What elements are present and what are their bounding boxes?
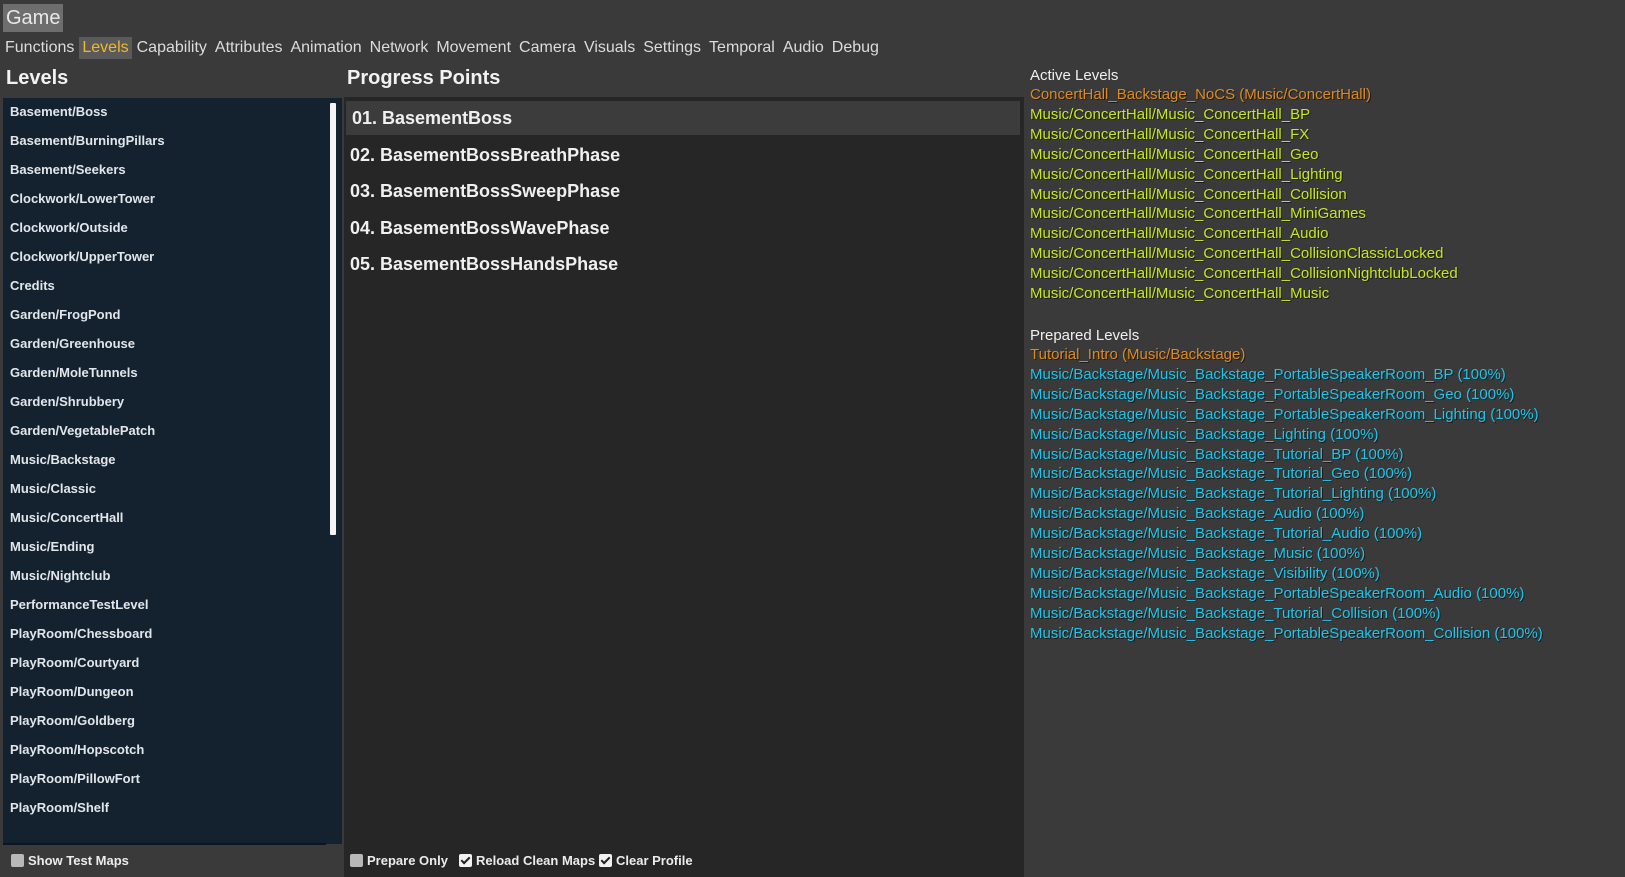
level-list-item[interactable]: PlayRoom/Shelf (10, 800, 109, 815)
level-list-item[interactable]: PlayRoom/Courtyard (10, 655, 139, 670)
prepared-level-item: Music/Backstage/Music_Backstage_Tutorial… (1030, 445, 1404, 463)
level-list-item[interactable]: Garden/Shrubbery (10, 394, 124, 409)
tab-attributes[interactable]: Attributes (212, 37, 286, 59)
level-list-item[interactable]: Clockwork/Outside (10, 220, 128, 235)
tab-camera[interactable]: Camera (516, 37, 579, 59)
tab-audio[interactable]: Audio (780, 37, 827, 59)
prepared-level-item: Music/Backstage/Music_Backstage_Tutorial… (1030, 485, 1437, 503)
active-level-item: Music/ConcertHall/Music_ConcertHall_Mini… (1030, 205, 1366, 223)
level-list-item[interactable]: Clockwork/UpperTower (10, 249, 154, 264)
level-list-item[interactable]: PlayRoom/Dungeon (10, 684, 134, 699)
prepared-level-item: Music/Backstage/Music_Backstage_Portable… (1030, 405, 1539, 423)
progress-point-item[interactable]: 02. BasementBossBreathPhase (344, 138, 1018, 172)
tab-animation[interactable]: Animation (287, 37, 364, 59)
active-level-item: Music/ConcertHall/Music_ConcertHall_Ligh… (1030, 165, 1343, 183)
active-level-item: Music/ConcertHall/Music_ConcertHall_Musi… (1030, 285, 1330, 302)
prepared-level-item: Music/Backstage/Music_Backstage_Portable… (1030, 624, 1543, 642)
levels-scrollbar[interactable] (330, 103, 336, 535)
tab-temporal[interactable]: Temporal (706, 37, 778, 59)
active-level-item: Music/ConcertHall/Music_ConcertHall_Coll… (1030, 265, 1458, 283)
prepared-level-item: Music/Backstage/Music_Backstage_Audio (1… (1030, 505, 1365, 523)
clear-profile-checkbox[interactable]: Clear Profile (599, 853, 693, 868)
level-list-item[interactable]: Garden/Greenhouse (10, 336, 135, 351)
tab-functions[interactable]: Functions (2, 37, 77, 59)
level-list-item[interactable]: Basement/Boss (10, 104, 108, 119)
tab-settings[interactable]: Settings (640, 37, 704, 59)
progress-point-item[interactable]: 05. BasementBossHandsPhase (344, 247, 1018, 281)
window-title[interactable]: Game (3, 4, 64, 32)
active-level-item: Music/ConcertHall/Music_ConcertHall_FX (1030, 125, 1310, 143)
prepared-level-item: Music/Backstage/Music_Backstage_Tutorial… (1030, 465, 1413, 483)
prepared-primary-level: Tutorial_Intro (Music/Backstage) (1030, 346, 1246, 363)
level-list-item[interactable]: Music/ConcertHall (10, 510, 123, 525)
active-level-item: Music/ConcertHall/Music_ConcertHall_Coll… (1030, 185, 1347, 203)
show-test-maps-label: Show Test Maps (28, 853, 129, 868)
prepared-level-item: Music/Backstage/Music_Backstage_Visibili… (1030, 564, 1380, 582)
checkbox-icon (350, 854, 363, 867)
levels-title: Levels (6, 67, 69, 89)
levels-list[interactable]: Basement/Boss Basement/BurningPillars Base… (3, 98, 342, 844)
prepared-level-item: Music/Backstage/Music_Backstage_Tutorial… (1030, 525, 1423, 543)
checkbox-label: Clear Profile (616, 853, 693, 868)
progress-point-item[interactable]: 04. BasementBossWavePhase (344, 211, 1018, 245)
prepared-level-item: Music/Backstage/Music_Backstage_Portable… (1030, 365, 1506, 383)
tab-debug[interactable]: Debug (829, 37, 882, 59)
prepared-level-item: Music/Backstage/Music_Backstage_Portable… (1030, 584, 1525, 602)
active-primary-level: ConcertHall_Backstage_NoCS (Music/Concer… (1030, 86, 1371, 103)
progress-points-list: 01. BasementBoss 02. BasementBossBreathPh… (344, 97, 1024, 877)
level-list-item[interactable]: Basement/Seekers (10, 162, 126, 177)
progress-point-item[interactable]: 03. BasementBossSweepPhase (344, 174, 1018, 208)
level-list-item[interactable]: Music/Backstage (10, 452, 116, 467)
progress-points-title: Progress Points (347, 67, 501, 89)
prepared-level-item: Music/Backstage/Music_Backstage_Lighting… (1030, 425, 1379, 443)
tab-capability[interactable]: Capability (134, 37, 210, 59)
checkbox-label: Prepare Only (367, 853, 448, 868)
checkbox-label: Reload Clean Maps (476, 853, 596, 868)
tab-bar: Functions Levels Capability Attributes Anima… (2, 36, 884, 60)
prepared-level-item: Music/Backstage/Music_Backstage_Music (1… (1030, 545, 1366, 562)
tab-network[interactable]: Network (367, 37, 432, 59)
level-list-item[interactable]: Music/Classic (10, 481, 96, 496)
level-list-item[interactable]: Garden/VegetablePatch (10, 423, 155, 438)
level-list-item[interactable]: Music/Ending (10, 539, 95, 554)
level-list-item[interactable]: PlayRoom/Chessboard (10, 626, 152, 641)
level-list-item[interactable]: PlayRoom/Goldberg (10, 713, 135, 728)
tab-visuals[interactable]: Visuals (581, 37, 638, 59)
tab-levels[interactable]: Levels (79, 37, 132, 59)
checkbox-icon (11, 854, 24, 867)
active-level-item: Music/ConcertHall/Music_ConcertHall_Audi… (1030, 225, 1329, 243)
checkbox-icon (459, 854, 472, 867)
show-test-maps-checkbox[interactable]: Show Test Maps (11, 853, 129, 868)
level-list-item[interactable]: PerformanceTestLevel (10, 597, 149, 612)
level-list-item[interactable]: Music/Nightclub (10, 568, 110, 583)
prepare-only-checkbox[interactable]: Prepare Only (350, 853, 448, 868)
game-debug-window: Game Functions Levels Capability Attributes… (0, 0, 1625, 877)
checkbox-icon (599, 854, 612, 867)
progress-point-item[interactable]: 01. BasementBoss (346, 101, 1020, 135)
level-list-item[interactable]: Credits (10, 278, 55, 293)
level-list-item[interactable]: Garden/FrogPond (10, 307, 121, 322)
tab-movement[interactable]: Movement (433, 37, 514, 59)
level-list-item[interactable]: Basement/BurningPillars (10, 133, 165, 148)
active-level-item: Music/ConcertHall/Music_ConcertHall_Geo (1030, 145, 1319, 163)
level-list-item[interactable]: PlayRoom/Hopscotch (10, 742, 144, 757)
active-levels-title: Active Levels (1030, 67, 1119, 84)
prepared-level-item: Music/Backstage/Music_Backstage_Portable… (1030, 385, 1515, 403)
active-level-item: Music/ConcertHall/Music_ConcertHall_BP (1030, 105, 1311, 123)
level-status-panel: Active Levels Prepared Levels ConcertHal… (1024, 64, 1625, 877)
reload-clean-maps-checkbox[interactable]: Reload Clean Maps (459, 853, 595, 868)
level-list-item[interactable]: PlayRoom/PillowFort (10, 771, 140, 786)
level-list-item[interactable]: Garden/MoleTunnels (10, 365, 138, 380)
list-divider (3, 843, 326, 845)
active-level-item: Music/ConcertHall/Music_ConcertHall_Coll… (1030, 245, 1444, 263)
level-list-item[interactable]: Clockwork/LowerTower (10, 191, 155, 206)
prepared-level-item: Music/Backstage/Music_Backstage_Tutorial… (1030, 604, 1441, 622)
prepared-levels-title: Prepared Levels (1030, 327, 1140, 344)
